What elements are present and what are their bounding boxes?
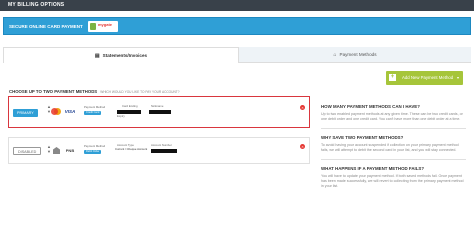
choose-methods-title: CHOOSE UP TO TWO PAYMENT METHODS <box>9 89 98 94</box>
status-badge-disabled: DISABLED <box>13 147 42 155</box>
account-type-text: Current / Cheque Account <box>115 147 148 151</box>
tab-payment-methods[interactable]: ⌂ Payment Methods <box>239 47 471 63</box>
tab-statements-label: Statements/Invoices <box>102 53 148 58</box>
faq-panel: HOW MANY PAYMENT METHODS CAN I HAVE? Up … <box>321 104 466 195</box>
faq-body: You will have to update your payment met… <box>321 174 464 188</box>
payment-method-disabled[interactable]: DISABLED ▲ ▼ PNB Payment Method Debit Ord… <box>8 137 310 164</box>
mygate-badge: mygate <box>88 21 118 32</box>
shield-check-icon <box>90 23 96 30</box>
bank-icon <box>53 147 60 154</box>
document-icon: ▤ <box>94 53 100 59</box>
choose-methods-heading: CHOOSE UP TO TWO PAYMENT METHODS WHICH WO… <box>9 89 179 94</box>
card-ending-label: Card Ending <box>122 104 138 108</box>
visa-logo: VISA <box>64 109 76 114</box>
add-payment-method-label: Add New Payment Method <box>402 75 454 80</box>
plus-icon: + <box>389 74 396 81</box>
tab-payment-label: Payment Methods <box>339 52 377 57</box>
divider <box>321 128 466 129</box>
bank-icon: ⌂ <box>333 52 337 58</box>
credit-card-type-button[interactable]: Credit Card <box>84 111 102 115</box>
add-payment-method-button[interactable]: + Add New Payment Method ▾ <box>386 71 463 85</box>
payment-method-type-label: Payment Method <box>84 105 106 109</box>
secure-payment-banner: SECURE ONLINE CARD PAYMENT mygate <box>3 17 471 35</box>
faq-body: To avoid having your account suspended i… <box>321 143 459 152</box>
chevron-down-icon: ▾ <box>456 75 459 80</box>
nickname-label: Nickname <box>151 104 164 108</box>
status-badge-primary: PRIMARY <box>13 109 38 117</box>
faq-heading: HOW MANY PAYMENT METHODS CAN I HAVE? <box>321 104 420 109</box>
faq-heading: WHAT HAPPENS IF A PAYMENT METHOD FAILS? <box>321 166 425 171</box>
secure-payment-label: SECURE ONLINE CARD PAYMENT <box>9 24 83 29</box>
faq-body: Up to two enabled payment methods at any… <box>321 112 463 121</box>
divider <box>321 159 466 160</box>
account-type-value: Current / Cheque Account <box>115 147 148 151</box>
reorder-handle[interactable]: ▲ ▼ <box>46 144 52 154</box>
remove-method-icon[interactable]: × <box>300 144 305 149</box>
nickname-masked <box>149 110 171 114</box>
tab-statements-invoices[interactable]: ▤ Statements/Invoices <box>3 47 239 63</box>
billing-options-titlebar: MY BILLING OPTIONS <box>0 0 474 11</box>
mastercard-icon <box>51 108 61 115</box>
debit-order-type-button[interactable]: Debit Order <box>84 150 102 154</box>
billing-tabs: ▤ Statements/Invoices ⌂ Payment Methods <box>3 47 471 63</box>
faq-heading: WHY SAVE TWO PAYMENT METHODS? <box>321 135 404 140</box>
bank-logo: PNB <box>65 148 75 153</box>
card-expiry-label: Expiry <box>117 114 125 118</box>
choose-methods-note: WHICH WOULD YOU LIKE TO PAY YOUR ACCOUNT… <box>100 90 180 94</box>
remove-method-icon[interactable]: × <box>300 105 305 110</box>
payment-method-primary[interactable]: PRIMARY ▲ ▼ VISA Payment Method Credit Ca… <box>8 96 310 128</box>
account-number-masked <box>151 149 177 153</box>
account-number-label: Account Number <box>151 143 172 147</box>
mygate-logo-text: mygate <box>98 22 113 27</box>
payment-method-type-label: Payment Method <box>84 144 106 148</box>
